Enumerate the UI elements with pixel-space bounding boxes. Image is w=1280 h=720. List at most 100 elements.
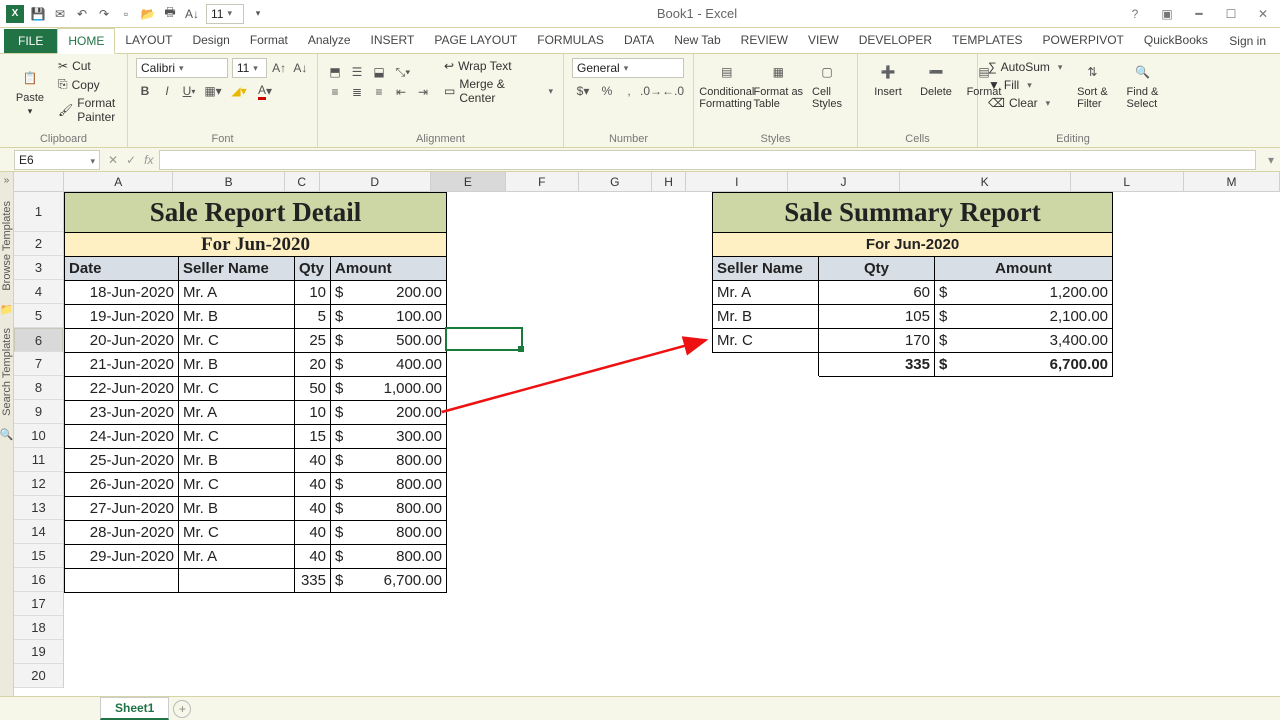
chevron-right-icon[interactable]: » [4,172,10,189]
tab-powerpivot[interactable]: POWERPIVOT [1033,28,1134,53]
border-button[interactable]: ▦▾ [202,82,224,100]
col-header-M[interactable]: M [1184,172,1280,191]
row-header-14[interactable]: 14 [14,520,63,544]
cell-styles-button[interactable]: ▢Cell Styles [805,58,849,112]
sort-asc-icon[interactable]: A↓ [184,6,200,22]
find-select-button[interactable]: 🔍Find & Select [1120,58,1164,112]
row-header-7[interactable]: 7 [14,352,63,376]
inc-decimal-button[interactable]: .0→ [642,82,660,100]
tab-data[interactable]: DATA [614,28,664,53]
col-header-A[interactable]: A [64,172,173,191]
tab-layout[interactable]: LAYOUT [115,28,182,53]
expand-fbar-icon[interactable]: ▾ [1262,153,1280,167]
tab-home[interactable]: HOME [57,28,115,54]
tab-page-layout[interactable]: PAGE LAYOUT [424,28,527,53]
number-format-select[interactable]: General [572,58,684,78]
row-header-2[interactable]: 2 [14,232,63,256]
grow-font-icon[interactable]: A↑ [271,59,288,77]
undo-icon[interactable]: ↶ [74,6,90,22]
row-header-8[interactable]: 8 [14,376,63,400]
new-icon[interactable]: ▫ [118,6,134,22]
tab-analyze[interactable]: Analyze [298,28,361,53]
align-left-icon[interactable]: ≡ [326,83,344,101]
wrap-text-button[interactable]: ↩Wrap Text [442,58,555,74]
row-header-19[interactable]: 19 [14,640,63,664]
tab-review[interactable]: REVIEW [731,28,798,53]
italic-button[interactable]: I [158,82,176,100]
name-box[interactable]: E6 [14,150,100,170]
row-header-13[interactable]: 13 [14,496,63,520]
tab-view[interactable]: VIEW [798,28,849,53]
confirm-edit-icon[interactable]: ✓ [126,153,136,167]
col-header-K[interactable]: K [900,172,1071,191]
indent-dec-icon[interactable]: ⇤ [392,83,410,101]
chevron-down-icon[interactable]: ▾ [250,6,266,22]
qat-font-size[interactable]: 11 [206,4,244,24]
col-header-C[interactable]: C [285,172,320,191]
tab-templates[interactable]: TEMPLATES [942,28,1032,53]
print-preview-icon[interactable]: 🖶 [162,6,178,22]
align-center-icon[interactable]: ≣ [348,83,366,101]
add-sheet-button[interactable]: + [173,700,191,718]
help-icon[interactable]: ? [1122,4,1148,24]
sort-filter-button[interactable]: ⇅Sort & Filter [1070,58,1114,112]
redo-icon[interactable]: ↷ [96,6,112,22]
tab-insert[interactable]: INSERT [361,28,425,53]
font-size-select[interactable]: 11 [232,58,267,78]
align-middle-icon[interactable]: ☰ [348,63,366,81]
col-header-G[interactable]: G [579,172,652,191]
formula-input[interactable] [159,150,1256,170]
col-header-J[interactable]: J [788,172,899,191]
search-templates-link[interactable]: Search Templates [1,328,13,416]
col-header-I[interactable]: I [686,172,788,191]
row-header-6[interactable]: 6 [14,328,63,352]
dec-decimal-button[interactable]: ←.0 [664,82,682,100]
tab-design[interactable]: Design [182,28,239,53]
align-top-icon[interactable]: ⬒ [326,63,344,81]
tab-quickbooks[interactable]: QuickBooks [1134,28,1218,53]
font-name-select[interactable]: Calibri [136,58,228,78]
tab-file[interactable]: FILE [4,29,57,53]
row-header-17[interactable]: 17 [14,592,63,616]
row-header-16[interactable]: 16 [14,568,63,592]
percent-button[interactable]: % [598,82,616,100]
row-header-12[interactable]: 12 [14,472,63,496]
row-header-20[interactable]: 20 [14,664,63,688]
col-header-F[interactable]: F [506,172,579,191]
row-header-4[interactable]: 4 [14,280,63,304]
format-as-table-button[interactable]: ▦Format as Table [756,58,801,112]
row-header-9[interactable]: 9 [14,400,63,424]
row-header-18[interactable]: 18 [14,616,63,640]
row-header-15[interactable]: 15 [14,544,63,568]
browse-templates-link[interactable]: Browse Templates [1,201,13,291]
cond-format-button[interactable]: ▤Conditional Formatting [702,58,752,112]
bold-button[interactable]: B [136,82,154,100]
format-painter-button[interactable]: 🖌Format Painter [56,95,119,125]
underline-button[interactable]: U▾ [180,82,198,100]
currency-button[interactable]: $▾ [572,82,594,100]
fill-color-button[interactable]: ◢▾ [228,82,250,100]
tab-new-tab[interactable]: New Tab [664,28,730,53]
maximize-icon[interactable]: ☐ [1218,4,1244,24]
align-right-icon[interactable]: ≡ [370,83,388,101]
orientation-icon[interactable]: ⤡▾ [392,63,414,81]
delete-button[interactable]: ➖Delete [914,58,958,100]
col-header-H[interactable]: H [652,172,687,191]
comma-button[interactable]: , [620,82,638,100]
clear-button[interactable]: ⌫Clear [986,95,1064,111]
fill-button[interactable]: ▼Fill [986,77,1064,93]
cut-button[interactable]: ✂Cut [56,58,119,74]
sign-in-link[interactable]: Sign in [1219,29,1276,53]
open-icon[interactable]: 📂 [140,6,156,22]
col-header-E[interactable]: E [431,172,506,191]
cells-area[interactable]: Sale Report Detail For Jun-2020 DateSell… [64,192,1280,696]
minimize-icon[interactable]: ━ [1186,4,1212,24]
insert-button[interactable]: ➕Insert [866,58,910,100]
row-header-5[interactable]: 5 [14,304,63,328]
save-icon[interactable]: 💾 [30,6,46,22]
fx-icon[interactable]: fx [144,153,153,167]
align-bottom-icon[interactable]: ⬓ [370,63,388,81]
font-color-button[interactable]: A▾ [254,82,276,100]
ribbon-options-icon[interactable]: ▣ [1154,4,1180,24]
tab-developer[interactable]: DEVELOPER [849,28,942,53]
